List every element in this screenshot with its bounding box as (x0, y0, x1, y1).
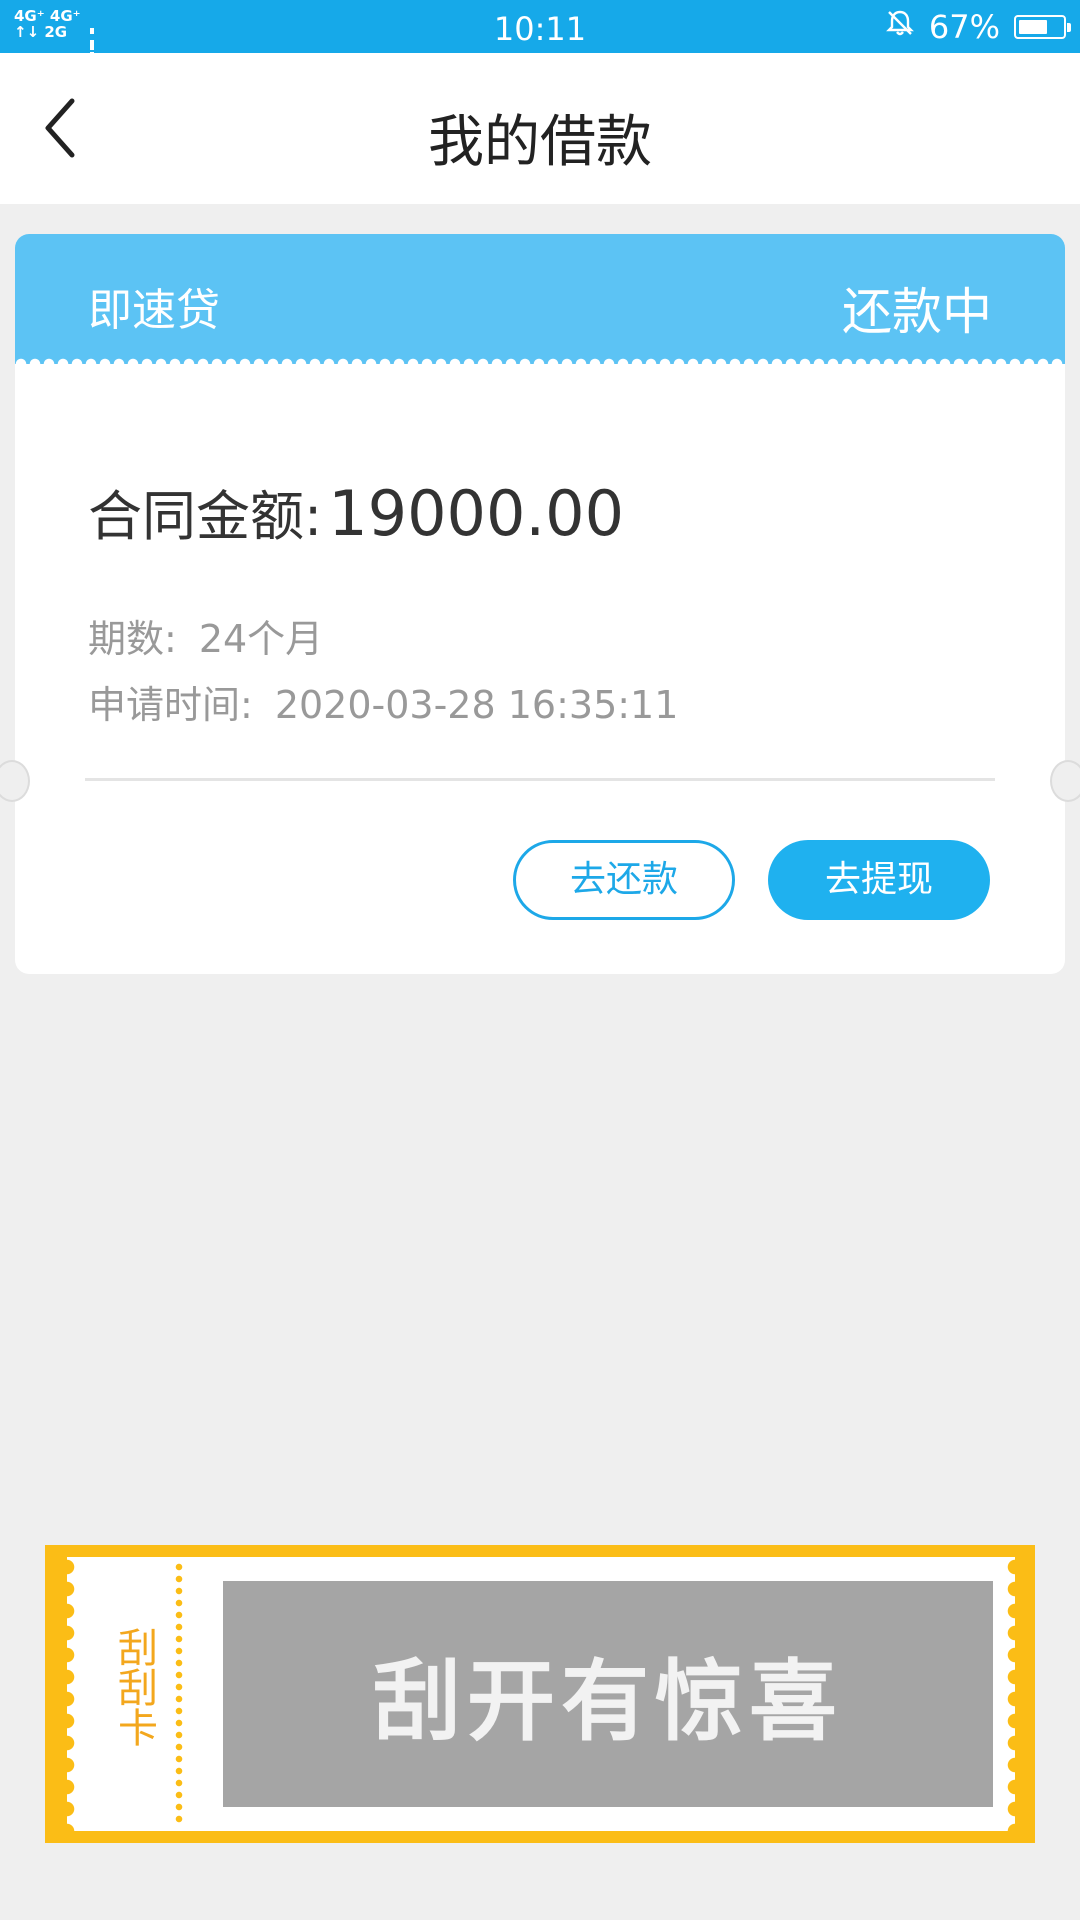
perforation-decoration (175, 1563, 183, 1825)
term-row: 期数: 24个月 (88, 608, 323, 663)
status-bar: 4G⁺ 4G⁺ ↑↓ 2G 10:11 67% (0, 0, 1080, 86)
apply-time-value: 2020-03-28 16:35:11 (274, 683, 679, 727)
battery-fill (1019, 20, 1047, 34)
wave-edge-decoration (15, 358, 1065, 370)
scratch-card-label: 刮刮卡 (111, 1627, 157, 1747)
ticket-notch-right (1050, 760, 1080, 802)
scratch-card-ticket: 刮刮卡 刮开有惊喜 (67, 1557, 1015, 1831)
battery-percent: 67% (928, 8, 1000, 46)
scratch-card-banner[interactable]: 刮刮卡 刮开有惊喜 (45, 1545, 1035, 1843)
term-value: 24个月 (198, 617, 324, 661)
battery-icon (1014, 15, 1071, 39)
divider (85, 778, 995, 781)
term-label: 期数: (88, 617, 177, 661)
amount-value: 19000.00 (328, 477, 625, 550)
product-name: 即速贷 (88, 285, 220, 336)
withdraw-button[interactable]: 去提现 (768, 840, 990, 920)
scratch-area[interactable]: 刮开有惊喜 (223, 1581, 993, 1807)
app-header: 我的借款 (0, 53, 1080, 204)
status-right: 67% (885, 8, 1071, 46)
loan-status: 还款中 (842, 283, 992, 341)
amount-label: 合同金额: (88, 485, 323, 548)
contract-amount: 合同金额:19000.00 (88, 472, 624, 551)
scratch-prompt: 刮开有惊喜 (372, 1649, 843, 1753)
loan-card: 即速贷 还款中 合同金额:19000.00 期数: 24个月 申请时间: 2020-… (15, 234, 1065, 974)
apply-time-row: 申请时间: 2020-03-28 16:35:11 (88, 674, 678, 729)
loan-card-header: 即速贷 还款中 (15, 234, 1065, 370)
bell-muted-icon (885, 8, 915, 46)
page-title: 我的借款 (428, 110, 652, 175)
repay-button[interactable]: 去还款 (513, 840, 735, 920)
apply-time-label: 申请时间: (88, 683, 253, 727)
